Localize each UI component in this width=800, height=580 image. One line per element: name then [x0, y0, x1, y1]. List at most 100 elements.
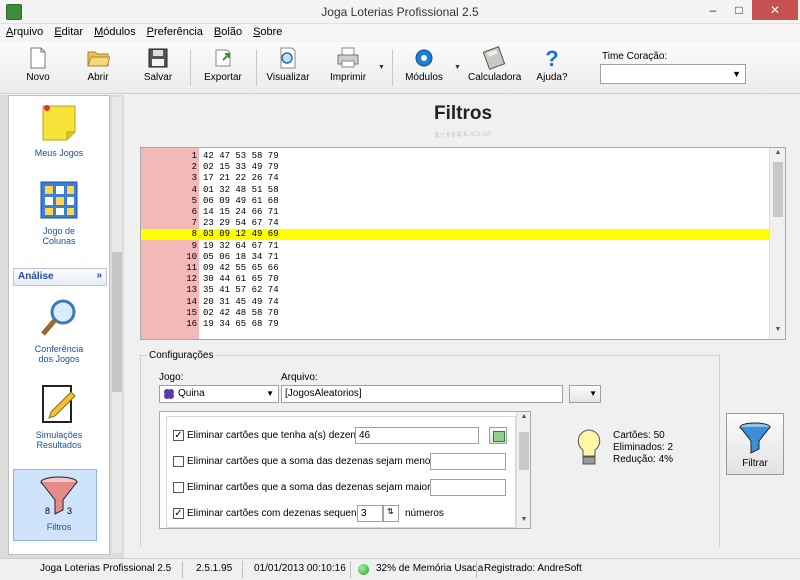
filter-soma-maior-checkbox[interactable]	[173, 482, 184, 493]
row-number: 7	[191, 218, 197, 229]
filters-scrollbar[interactable]: ▲ ▼	[516, 412, 530, 528]
filter-row-sequenciais: ✓ Eliminar cartões com dezenas sequencia…	[173, 505, 513, 523]
funnel-icon	[739, 422, 771, 454]
sidebar-item-meus-jogos[interactable]: Meus Jogos	[9, 100, 109, 158]
menu-sobre[interactable]: Sobre	[247, 24, 287, 38]
table-row[interactable]: 14 20 31 45 49 74	[141, 297, 771, 308]
stats-eliminados: Eliminados: 2	[613, 442, 674, 453]
filtrar-button[interactable]: Filtrar	[726, 413, 784, 475]
row-number: 2	[191, 162, 197, 173]
exportar-button[interactable]: Exportar	[200, 46, 246, 92]
scroll-up-arrow[interactable]: ▲	[517, 413, 530, 420]
filter-soma-menor-input[interactable]	[430, 453, 506, 470]
sidebar-item-simulacoes[interactable]: Simulações Resultados	[9, 382, 109, 450]
configuracoes-group: Configurações Jogo: Quina ▼ Arquivo: [Jo…	[140, 350, 720, 555]
time-coracao-select[interactable]: ▼	[600, 64, 746, 84]
minimize-button[interactable]: –	[700, 0, 726, 20]
imprimir-dropdown-arrow[interactable]: ▼	[378, 64, 385, 71]
page-title-reflection: Filtros	[433, 129, 493, 139]
main-panel: Filtros Filtros 1 42 47 53 58 79 2 02 15 33…	[126, 95, 800, 558]
table-row[interactable]: 4 01 32 48 51 58	[141, 185, 771, 196]
table-row[interactable]: 9 19 32 64 67 71	[141, 241, 771, 252]
table-row[interactable]: 13 35 41 57 62 74	[141, 285, 771, 296]
stats-reducao: Redução: 4%	[613, 454, 674, 465]
sidebar-scroll-thumb[interactable]	[112, 252, 122, 392]
table-row[interactable]: 6 14 15 24 66 71	[141, 207, 771, 218]
status-app-name: Joga Loterias Profissional 2.5	[40, 563, 172, 574]
ajuda-button[interactable]: ? Ajuda?	[532, 46, 572, 92]
row-values: 19 34 65 68 79	[203, 319, 279, 329]
open-folder-icon	[87, 51, 110, 67]
table-row[interactable]: 15 02 42 48 58 70	[141, 308, 771, 319]
filters-scroll-thumb[interactable]	[519, 432, 529, 470]
calculadora-button[interactable]: Calculadora	[468, 46, 521, 92]
sidebar-item-conferencia[interactable]: Conferência dos Jogos	[9, 296, 109, 364]
filter-soma-maior-input[interactable]	[430, 479, 506, 496]
jogo-select[interactable]: Quina ▼	[159, 385, 279, 403]
table-row[interactable]: 8 03 09 12 49 69	[141, 229, 771, 241]
table-row[interactable]: 12 30 44 61 65 70	[141, 274, 771, 285]
title-bar: Joga Loterias Profissional 2.5 – □ ✕	[0, 0, 800, 24]
table-row[interactable]: 3 17 21 22 26 74	[141, 173, 771, 184]
scroll-down-arrow[interactable]: ▼	[517, 516, 530, 523]
table-row[interactable]: 2 02 15 33 49 79	[141, 162, 771, 173]
games-list-scrollbar[interactable]: ▲ ▼	[769, 148, 785, 339]
toolbar: Novo Abrir Salvar Exportar Visualizar Im…	[0, 42, 800, 94]
maximize-button[interactable]: □	[726, 0, 752, 20]
table-row[interactable]: 7 23 29 54 67 74	[141, 218, 771, 229]
grid-columns-icon	[40, 181, 78, 219]
time-coracao-label: Time Coração:	[602, 51, 668, 62]
scroll-down-arrow[interactable]: ▼	[770, 326, 785, 333]
menu-bolao[interactable]: Bolão	[208, 24, 247, 38]
menu-preferencia[interactable]: Preferência	[141, 24, 208, 38]
salvar-label: Salvar	[143, 72, 173, 83]
status-divider	[182, 561, 183, 578]
filter-dezenas-checkbox[interactable]: ✓	[173, 430, 184, 441]
main-bottom-scrollbar[interactable]	[126, 547, 800, 558]
sidebar-section-analise[interactable]: Análise »	[13, 268, 107, 286]
row-number: 6	[191, 207, 197, 217]
sidebar-scrollbar[interactable]	[112, 97, 122, 553]
menu-modulos[interactable]: Módulos	[88, 24, 141, 38]
menu-arquivo[interactable]: Arquivo	[0, 24, 48, 38]
table-row[interactable]: 10 05 06 18 34 71	[141, 252, 771, 263]
row-values: 30 44 61 65 70	[203, 274, 279, 285]
filter-sequenciais-checkbox[interactable]: ✓	[173, 508, 184, 519]
games-list-scroll-thumb[interactable]	[773, 162, 783, 217]
table-row[interactable]: 11 09 42 55 65 66	[141, 263, 771, 274]
row-number: 5	[191, 195, 197, 206]
games-list[interactable]: 1 42 47 53 58 79 2 02 15 33 49 79 3 17 21 22 …	[140, 147, 786, 340]
stats-panel: Cartões: 50 Eliminados: 2 Redução: 4%	[613, 430, 673, 466]
filtrar-label: Filtrar	[742, 458, 768, 469]
visualizar-button[interactable]: Visualizar	[264, 46, 312, 92]
close-button[interactable]: ✕	[752, 0, 798, 20]
arquivo-field[interactable]: [JogosAleatorios]	[281, 385, 563, 403]
scroll-up-arrow[interactable]: ▲	[770, 149, 785, 156]
sidebar-item-filtros[interactable]: 83 Filtros	[9, 474, 109, 532]
table-row[interactable]: 5 06 09 49 61 68	[141, 196, 771, 207]
sidebar-item-jogo-colunas[interactable]: Jogo de Colunas	[9, 178, 109, 246]
row-values: 05 06 18 34 71	[203, 251, 279, 262]
filter-dezenas-picker-button[interactable]	[489, 427, 507, 444]
printer-icon	[337, 47, 359, 68]
gears-icon	[415, 49, 433, 67]
menu-editar[interactable]: Editar	[48, 24, 88, 38]
table-row[interactable]: 1 42 47 53 58 79	[141, 151, 771, 162]
abrir-button[interactable]: Abrir	[76, 46, 120, 92]
imprimir-button[interactable]: Imprimir	[326, 46, 370, 92]
collapse-chevron-icon[interactable]: »	[96, 270, 102, 281]
novo-button[interactable]: Novo	[18, 46, 58, 92]
row-number: 4	[191, 184, 197, 195]
modulos-dropdown-arrow[interactable]: ▼	[454, 64, 461, 71]
document-pencil-icon	[42, 385, 76, 423]
filter-sequenciais-input[interactable]: 3	[357, 505, 383, 522]
filter-sequenciais-spinner[interactable]: ⇅	[383, 505, 399, 522]
filter-soma-menor-checkbox[interactable]	[173, 456, 184, 467]
modulos-button[interactable]: Módulos	[402, 46, 446, 92]
arquivo-browse-button[interactable]: ▼	[569, 385, 601, 403]
status-divider	[476, 561, 477, 578]
filter-dezenas-input[interactable]: 46	[355, 427, 479, 444]
table-row[interactable]: 16 19 34 65 68 79	[141, 319, 771, 330]
salvar-button[interactable]: Salvar	[136, 46, 180, 92]
row-number: 10	[186, 251, 197, 262]
